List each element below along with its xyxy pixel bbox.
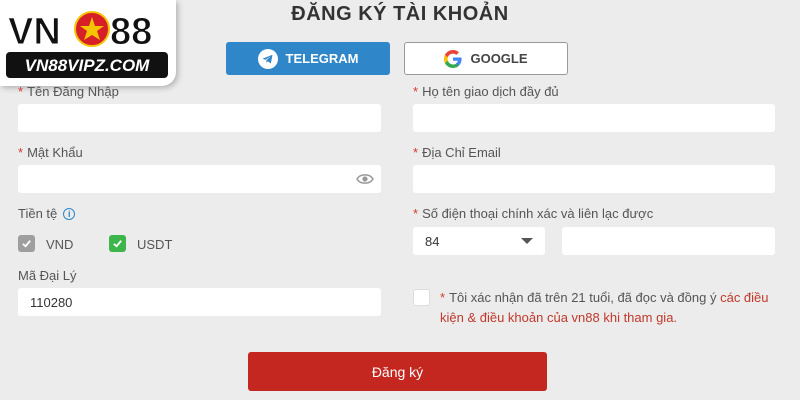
chevron-down-icon <box>521 238 533 244</box>
required-mark: * <box>440 290 446 305</box>
currency-label-text: Tiền tệ <box>18 206 58 221</box>
register-button[interactable]: Đăng ký <box>248 352 547 391</box>
agent-code-input[interactable] <box>18 288 381 316</box>
currency-usdt-label: USDT <box>137 237 173 252</box>
username-label: * Tên Đăng Nhập <box>18 84 119 99</box>
country-code-select[interactable]: 84 <box>413 227 545 255</box>
password-label: * Mật Khẩu <box>18 145 83 160</box>
username-label-text: Tên Đăng Nhập <box>27 84 119 99</box>
telegram-button[interactable]: TELEGRAM <box>226 42 390 75</box>
fullname-label-text: Họ tên giao dịch đầy đủ <box>422 84 559 99</box>
logo-domain-text: VN88VIPZ.COM <box>25 56 151 75</box>
phone-label-text: Số điện thoại chính xác và liên lạc được <box>422 206 654 221</box>
info-icon[interactable]: i <box>63 207 76 220</box>
fullname-input[interactable] <box>413 104 775 132</box>
password-input[interactable] <box>18 165 381 193</box>
google-button-label: GOOGLE <box>470 51 528 66</box>
check-icon <box>113 240 122 248</box>
agent-code-label-text: Mã Đại Lý <box>18 268 77 283</box>
google-icon <box>444 49 463 68</box>
telegram-icon <box>257 48 278 69</box>
required-mark: * <box>413 206 419 221</box>
page-title: ĐĂNG KÝ TÀI KHOẢN <box>291 3 509 25</box>
email-input[interactable] <box>413 165 775 193</box>
phone-label: * Số điện thoại chính xác và liên lạc đượ… <box>413 206 653 221</box>
currency-usdt-checkbox[interactable] <box>109 235 126 252</box>
google-button[interactable]: GOOGLE <box>404 42 568 75</box>
country-code-value: 84 <box>425 233 440 249</box>
eye-icon[interactable] <box>356 172 374 186</box>
phone-input[interactable] <box>562 227 775 255</box>
email-label-text: Địa Chỉ Email <box>422 145 501 160</box>
check-icon <box>22 240 31 248</box>
currency-label: Tiền tệ i <box>18 206 76 221</box>
required-mark: * <box>413 145 419 160</box>
currency-vnd-checkbox[interactable] <box>18 235 35 252</box>
terms-text: * Tôi xác nhận đã trên 21 tuổi, đã đọc và… <box>440 288 770 328</box>
required-mark: * <box>413 84 419 99</box>
required-mark: * <box>18 84 24 99</box>
email-label: * Địa Chỉ Email <box>413 145 501 160</box>
fullname-label: * Họ tên giao dịch đầy đủ <box>413 84 559 99</box>
required-mark: * <box>18 145 24 160</box>
terms-statement: Tôi xác nhận đã trên 21 tuổi, đã đọc và … <box>449 290 717 305</box>
agent-code-label: Mã Đại Lý <box>18 268 77 283</box>
currency-vnd-label: VND <box>46 237 74 252</box>
registration-page: VN 88 VN88VIPZ.COM ĐĂNG KÝ TÀI KHOẢN TEL… <box>0 0 800 400</box>
terms-checkbox[interactable] <box>413 289 430 306</box>
password-label-text: Mật Khẩu <box>27 145 83 160</box>
telegram-button-label: TELEGRAM <box>285 51 359 66</box>
username-input[interactable] <box>18 104 381 132</box>
